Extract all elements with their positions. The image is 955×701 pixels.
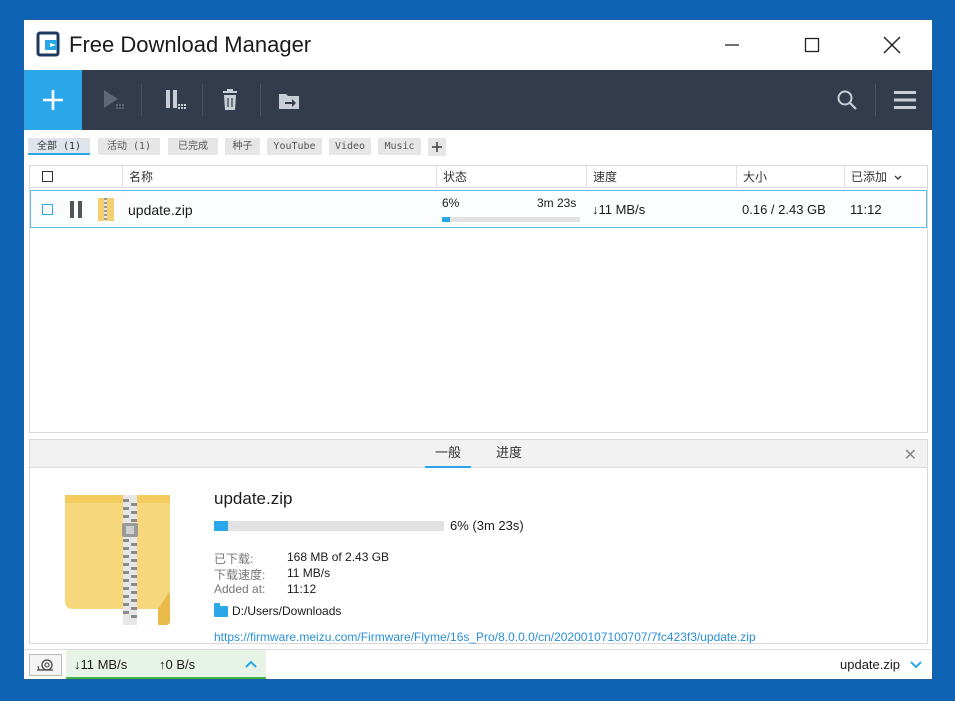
filter-tab-youtube[interactable]: YouTube: [267, 138, 322, 155]
filter-tab-active[interactable]: 活动 (1): [98, 138, 160, 155]
row-progress-bar: [442, 217, 580, 222]
upload-speed-status: ↑0 B/s: [159, 657, 196, 672]
speed-limit-button[interactable]: [29, 654, 62, 676]
folder-icon: [214, 603, 228, 617]
maximize-button[interactable]: [772, 20, 852, 70]
resume-icon: [104, 90, 124, 109]
search-icon: [837, 90, 857, 110]
details-progress-bar: [214, 521, 444, 531]
pause-icon: [166, 90, 186, 109]
row-speed: ↓11 MB/s: [592, 202, 646, 217]
add-download-button[interactable]: [24, 70, 82, 130]
column-status[interactable]: 状态: [436, 166, 586, 188]
list-header: 名称 状态 速度 大小 已添加: [30, 166, 927, 188]
close-details-icon[interactable]: ✕: [904, 445, 917, 465]
column-added[interactable]: 已添加: [844, 166, 927, 188]
tab-progress[interactable]: 进度: [486, 440, 532, 468]
close-icon: [883, 36, 901, 54]
title-bar: Free Download Manager: [24, 20, 932, 70]
plus-icon: [432, 142, 442, 152]
filter-tab-completed[interactable]: 已完成: [168, 138, 218, 155]
table-row[interactable]: update.zip 6% 3m 23s ↓11 MB/s 0.16 / 2.4…: [30, 190, 927, 228]
move-button[interactable]: [260, 70, 318, 130]
row-percent: 6%: [442, 196, 460, 210]
chevron-up-icon: [245, 660, 257, 668]
column-size[interactable]: 大小: [736, 166, 844, 188]
download-speed-status: ↓11 MB/s: [74, 657, 128, 672]
details-progress-text: 6% (3m 23s): [450, 518, 524, 533]
filter-tab-all[interactable]: 全部 (1): [28, 138, 90, 155]
app-window: Free Download Manager 全部 (1) 活动 (1) 已完成 …: [23, 19, 933, 680]
traffic-indicator[interactable]: ↓11 MB/s ↑0 B/s: [66, 650, 266, 679]
row-checkbox[interactable]: [42, 204, 53, 215]
filter-bar: 全部 (1) 活动 (1) 已完成 种子 YouTube Video Music: [24, 130, 932, 164]
zip-file-icon: [98, 198, 114, 221]
zip-file-large-icon: [65, 495, 170, 625]
filter-tab-music[interactable]: Music: [378, 138, 421, 155]
details-panel: 一般 进度 ✕ update.zip 6% (3m 23s) 已下载: 168 …: [29, 439, 928, 644]
status-bar: ↓11 MB/s ↑0 B/s update.zip: [24, 649, 932, 679]
chevron-down-icon[interactable]: [910, 661, 922, 669]
menu-button[interactable]: [876, 70, 932, 130]
minimize-button[interactable]: [692, 20, 772, 70]
delete-icon: [223, 89, 237, 110]
details-file-name: update.zip: [214, 489, 293, 508]
toolbar-divider: [141, 84, 142, 116]
add-icon: [43, 90, 63, 110]
column-speed[interactable]: 速度: [586, 166, 736, 188]
close-button[interactable]: [852, 20, 932, 70]
row-file-name: update.zip: [128, 202, 193, 218]
downloaded-label: 已下载:: [214, 552, 254, 566]
download-speed-label: 下载速度:: [214, 568, 266, 582]
row-added: 11:12: [850, 202, 882, 217]
download-folder-path[interactable]: D:/Users/Downloads: [232, 604, 341, 618]
snail-icon: [36, 659, 53, 671]
toolbar: [24, 70, 932, 130]
app-logo-icon: [36, 31, 60, 57]
row-size: 0.16 / 2.43 GB: [742, 202, 826, 217]
select-all-checkbox[interactable]: [42, 171, 53, 182]
move-icon: [279, 94, 299, 109]
app-title: Free Download Manager: [69, 32, 312, 57]
filter-tab-video[interactable]: Video: [329, 138, 371, 155]
status-current-file: update.zip: [840, 657, 900, 672]
delete-button[interactable]: [201, 70, 259, 130]
tab-general[interactable]: 一般: [425, 440, 471, 468]
added-at-label: Added at:: [214, 582, 266, 596]
search-button[interactable]: [818, 70, 876, 130]
row-remaining: 3m 23s: [537, 196, 577, 210]
details-progress-fill: [214, 521, 228, 531]
details-tabs: 一般 进度 ✕: [30, 440, 927, 468]
menu-icon: [894, 91, 916, 109]
pause-icon[interactable]: [70, 201, 83, 218]
added-at-value: 11:12: [287, 582, 317, 596]
resume-button[interactable]: [84, 70, 142, 130]
downloaded-value: 168 MB of 2.43 GB: [287, 550, 390, 564]
filter-tab-torrents[interactable]: 种子: [225, 138, 260, 155]
minimize-icon: [725, 44, 739, 46]
download-list: 名称 状态 速度 大小 已添加 update.zip 6% 3m 23s ↓11…: [29, 165, 928, 433]
maximize-icon: [804, 37, 820, 53]
source-url-link[interactable]: https://firmware.meizu.com/Firmware/Flym…: [214, 630, 756, 644]
column-name[interactable]: 名称: [122, 166, 436, 188]
row-progress-fill: [442, 217, 451, 222]
download-speed-value: 11 MB/s: [287, 566, 331, 580]
pause-button[interactable]: [146, 70, 204, 130]
chevron-down-icon: [894, 175, 902, 180]
add-filter-button[interactable]: [428, 138, 446, 156]
column-added-label: 已添加: [851, 170, 888, 184]
